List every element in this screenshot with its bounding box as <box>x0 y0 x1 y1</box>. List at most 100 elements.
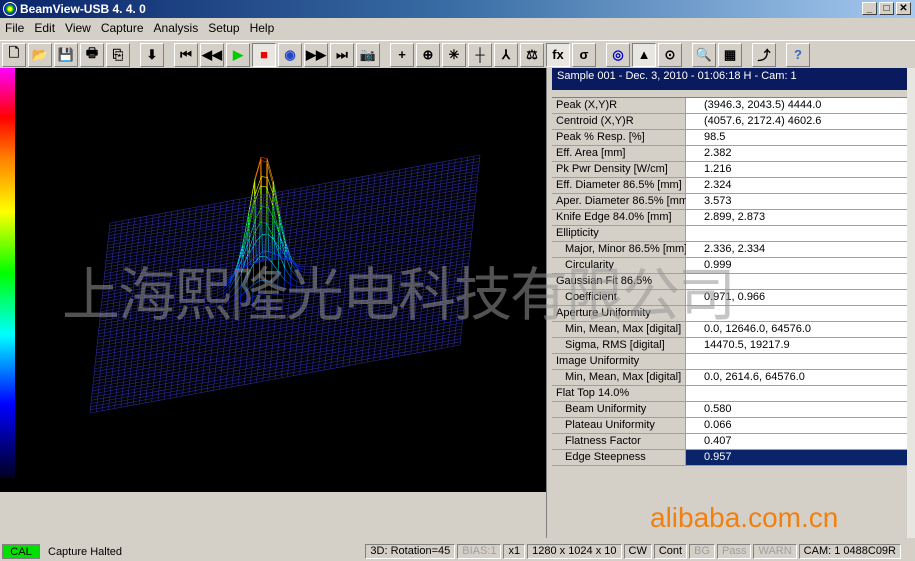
3d-view-button[interactable]: ▲ <box>632 42 656 67</box>
menu-help[interactable]: Help <box>245 21 280 35</box>
mesh-line <box>98 332 105 335</box>
snapshot-button[interactable]: 📷 <box>356 42 380 67</box>
mesh-line <box>229 345 237 348</box>
target-button[interactable]: ⊕ <box>416 42 440 67</box>
mesh-line <box>238 378 245 380</box>
center-button[interactable]: ✳ <box>442 42 466 67</box>
mesh-line <box>97 341 104 344</box>
mesh-line <box>141 383 148 386</box>
mesh-line <box>207 386 214 389</box>
mesh-line <box>92 389 99 392</box>
mesh-line <box>236 341 243 343</box>
mesh-line <box>393 340 401 342</box>
profile-button[interactable]: ⅄ <box>494 42 518 67</box>
mesh-line <box>181 345 188 347</box>
mesh-line <box>284 344 291 347</box>
mesh-line <box>460 222 467 225</box>
mesh-line <box>411 343 418 345</box>
mesh-line <box>133 403 140 406</box>
mesh-line <box>136 371 143 374</box>
mesh-line <box>139 396 147 398</box>
menu-view[interactable]: View <box>60 21 96 35</box>
2d-view-button[interactable]: ◎ <box>606 42 630 67</box>
mesh-line <box>90 405 97 407</box>
help-button[interactable]: ? <box>786 42 810 67</box>
previous-button[interactable]: ◀◀ <box>200 42 224 67</box>
mesh-line <box>249 335 256 338</box>
calibrate-button[interactable]: ◉ <box>278 42 302 67</box>
mesh-line <box>156 352 163 355</box>
connect-button[interactable]: ⤴ <box>752 42 776 67</box>
mesh-line <box>89 411 97 414</box>
profile-icon: ⅄ <box>502 46 510 62</box>
mesh-line <box>109 336 117 339</box>
mesh-line <box>108 408 115 410</box>
mesh-line <box>380 355 387 357</box>
mesh-line <box>226 373 234 376</box>
mesh-line <box>219 331 226 334</box>
mesh-line <box>441 228 449 231</box>
last-button[interactable]: ⏭ <box>330 42 354 67</box>
menu-analysis[interactable]: Analysis <box>149 21 204 35</box>
mesh-line <box>295 355 302 357</box>
crosshair-button[interactable]: + <box>390 42 414 67</box>
open-button[interactable]: 📂 <box>28 42 52 67</box>
mesh-line <box>293 371 301 373</box>
mesh-line <box>227 364 235 367</box>
stop-icon: ■ <box>260 47 268 62</box>
maximize-button[interactable]: □ <box>879 2 894 15</box>
mesh-line <box>241 346 249 349</box>
mesh-line <box>135 384 142 387</box>
mesh-line <box>442 340 449 343</box>
import-button[interactable]: ⬇ <box>140 42 164 67</box>
mesh-line <box>210 358 217 361</box>
menu-edit[interactable]: Edit <box>29 21 60 35</box>
mesh-line <box>382 332 389 335</box>
mesh-line <box>442 222 449 225</box>
play-button[interactable]: ▶ <box>226 42 250 67</box>
mesh-line <box>452 242 459 245</box>
mesh-line <box>129 382 136 385</box>
mesh-line <box>435 344 442 347</box>
mesh-line <box>147 379 155 381</box>
minimize-button[interactable]: _ <box>862 2 877 15</box>
mesh-line <box>356 350 363 352</box>
new-button[interactable]: 🗋 <box>2 42 26 67</box>
palette-icon: ▦ <box>723 46 737 62</box>
mesh-line <box>465 230 473 233</box>
mesh-line <box>92 383 100 385</box>
mesh-line <box>337 241 344 244</box>
mesh-line <box>138 352 145 355</box>
mesh-line <box>318 369 325 372</box>
first-button[interactable]: ⏮ <box>174 42 198 67</box>
palette-button[interactable]: ▦ <box>718 42 742 67</box>
mesh-line <box>122 386 130 389</box>
copy-button[interactable]: ⎘ <box>106 42 130 67</box>
print-button[interactable]: 🖶 <box>80 42 104 67</box>
close-button[interactable]: ✕ <box>896 2 911 15</box>
mesh-line <box>259 355 266 358</box>
mesh-line <box>265 354 272 357</box>
zoom-button[interactable]: 🔍 <box>692 42 716 67</box>
save-button[interactable]: 💾 <box>54 42 78 67</box>
circle-fit-button[interactable]: ⊙ <box>658 42 682 67</box>
mesh-line <box>251 372 258 375</box>
mesh-line <box>94 367 101 369</box>
mesh-line <box>254 157 262 179</box>
mesh-line <box>221 365 229 368</box>
stop-button[interactable]: ■ <box>252 42 276 67</box>
sigma-button[interactable]: σ <box>572 42 596 67</box>
mesh-line <box>172 377 179 380</box>
menu-setup[interactable]: Setup <box>203 21 244 35</box>
menu-file[interactable]: File <box>0 21 29 35</box>
axes-button[interactable]: ┼ <box>468 42 492 67</box>
mesh-line <box>97 400 104 403</box>
next-button[interactable]: ▶▶ <box>304 42 328 67</box>
fit-button[interactable]: ⚖ <box>520 42 544 67</box>
mesh-line <box>375 343 382 346</box>
menu-capture[interactable]: Capture <box>96 21 149 35</box>
function-button[interactable]: fx <box>546 42 570 67</box>
mesh-line <box>458 238 466 240</box>
axes-icon: ┼ <box>475 47 485 62</box>
mesh-line <box>405 229 412 232</box>
